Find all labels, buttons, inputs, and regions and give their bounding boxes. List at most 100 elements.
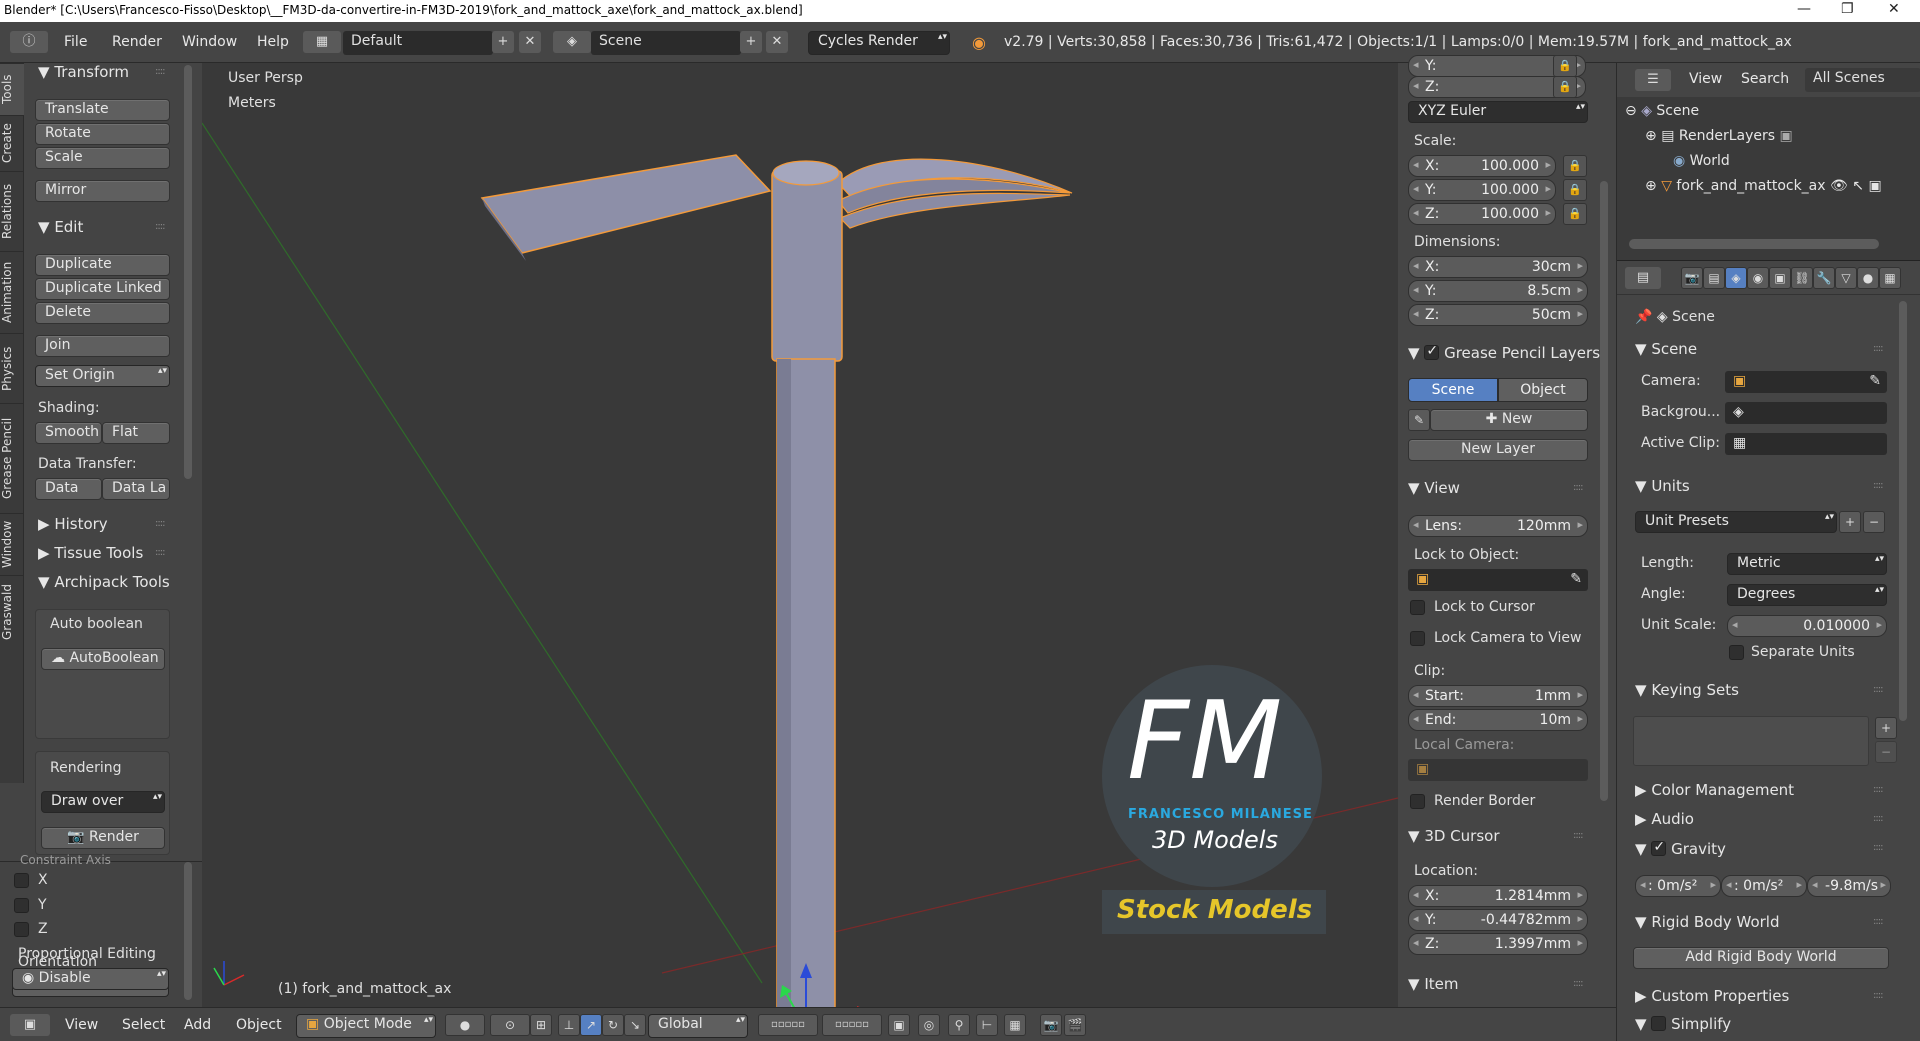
unit-presets-select[interactable]: Unit Presets xyxy=(1635,511,1837,533)
data-tab-icon[interactable]: ▽ xyxy=(1835,267,1857,289)
outliner-display-mode[interactable]: All Scenes xyxy=(1805,68,1920,92)
panel-grip-icon[interactable]: :::: xyxy=(1873,343,1884,354)
translate-button[interactable]: Translate xyxy=(35,99,170,121)
outliner-renderlayers-row[interactable]: ⊕ ▤ RenderLayers ▣ xyxy=(1645,128,1793,144)
modifiers-tab-icon[interactable]: 🔧 xyxy=(1813,267,1835,289)
viewport-shading-icon[interactable]: ● xyxy=(445,1014,485,1036)
npanel-scrollbar[interactable] xyxy=(1600,181,1608,801)
remove-preset-icon[interactable]: − xyxy=(1863,511,1885,533)
clip-end-field[interactable]: End: 10m xyxy=(1408,709,1588,731)
scene-tab-icon[interactable]: ◈ xyxy=(1725,267,1747,289)
tab-graswald[interactable]: Graswald xyxy=(0,575,24,649)
properties-scrollbar[interactable] xyxy=(1899,301,1907,721)
gp-enable-checkbox[interactable] xyxy=(1424,343,1440,360)
gravity-z-field[interactable]: -9.8m/s xyxy=(1807,875,1891,897)
keying-sets-panel-header[interactable]: ▼ Keying Sets xyxy=(1635,681,1739,699)
panel-grip-icon[interactable]: :::: xyxy=(1873,480,1884,491)
item-panel-header[interactable]: ▼ Item xyxy=(1408,975,1458,993)
panel-grip-icon[interactable]: :::: xyxy=(1873,842,1884,853)
tab-physics[interactable]: Physics xyxy=(0,333,24,403)
tissue-tools-panel-header[interactable]: ▶ Tissue Tools xyxy=(38,544,143,562)
constraints-tab-icon[interactable]: ⛓ xyxy=(1791,267,1813,289)
panel-grip-icon[interactable]: :::: xyxy=(1873,813,1884,824)
mirror-button[interactable]: Mirror xyxy=(35,180,170,202)
outliner-world-row[interactable]: ◉ World xyxy=(1673,153,1730,169)
dimension-z-field[interactable]: Z: 50cm xyxy=(1408,304,1588,326)
rotate-manipulator-icon[interactable]: ↻ xyxy=(602,1014,624,1036)
separate-units-checkbox[interactable] xyxy=(1729,645,1744,660)
properties-editor-icon[interactable]: ▤ xyxy=(1625,267,1661,289)
rigid-body-world-panel-header[interactable]: ▼ Rigid Body World xyxy=(1635,913,1780,931)
scale-z-field[interactable]: Z: 100.000 xyxy=(1408,203,1556,225)
rotation-mode-select[interactable]: XYZ Euler xyxy=(1408,101,1588,123)
eyedropper-icon[interactable]: ✎ xyxy=(1570,571,1582,587)
smooth-shading-button[interactable]: Smooth xyxy=(35,422,102,444)
remove-scene-icon[interactable]: ✕ xyxy=(766,31,788,53)
panel-grip-icon[interactable]: :::: xyxy=(1873,990,1884,1001)
panel-grip-icon[interactable]: :::: xyxy=(155,221,166,232)
remove-keying-set-icon[interactable]: − xyxy=(1875,741,1897,763)
only-origins-icon[interactable]: ⊞ xyxy=(530,1014,552,1036)
gp-new-layer-button[interactable]: New Layer xyxy=(1408,439,1588,461)
data-layout-button[interactable]: Data La xyxy=(102,478,170,500)
pencil-icon[interactable]: ✎ xyxy=(1408,409,1430,431)
outliner-object-row[interactable]: ⊕ ▽ fork_and_mattock_ax 👁 ↖ ▣ xyxy=(1645,178,1882,194)
simplify-checkbox[interactable] xyxy=(1651,1016,1667,1031)
menu-file[interactable]: File xyxy=(64,34,87,50)
info-editor-icon[interactable]: ⓘ xyxy=(10,31,48,53)
gp-object-toggle[interactable]: Object xyxy=(1498,378,1588,402)
rotate-button[interactable]: Rotate xyxy=(35,123,170,145)
panel-grip-icon[interactable]: :::: xyxy=(155,518,166,529)
set-origin-select[interactable]: Set Origin xyxy=(35,365,170,387)
delete-button[interactable]: Delete xyxy=(35,302,170,324)
tab-grease-pencil[interactable]: Grease Pencil xyxy=(0,403,24,513)
mattock-model[interactable] xyxy=(480,154,1073,1007)
lock-icon[interactable]: 🔒 xyxy=(1563,155,1587,177)
grease-pencil-layers-header[interactable]: ▼ Grease Pencil Layers xyxy=(1408,343,1600,362)
eyedropper-icon[interactable]: ✎ xyxy=(1869,373,1881,389)
tab-relations[interactable]: Relations xyxy=(0,171,24,251)
scene-icon[interactable]: ◈ xyxy=(553,31,591,53)
scene-field[interactable]: Scene xyxy=(591,31,741,55)
lock-icon[interactable]: 🔒 xyxy=(1553,55,1577,77)
menu-window[interactable]: Window xyxy=(182,34,237,50)
duplicate-button[interactable]: Duplicate xyxy=(35,254,170,276)
units-panel-header[interactable]: ▼ Units xyxy=(1635,477,1690,495)
scale-x-field[interactable]: X: 100.000 xyxy=(1408,155,1556,177)
outliner-scene-row[interactable]: ⊖ ◈ Scene xyxy=(1625,103,1699,119)
clip-start-field[interactable]: Start: 1mm xyxy=(1408,685,1588,707)
panel-grip-icon[interactable]: :::: xyxy=(1573,830,1584,841)
scene-panel-header[interactable]: ▼ Scene xyxy=(1635,340,1697,358)
panel-grip-icon[interactable]: :::: xyxy=(1873,916,1884,927)
angle-unit-select[interactable]: Degrees xyxy=(1727,584,1887,606)
simplify-panel-header[interactable]: ▼ Simplify xyxy=(1635,1014,1731,1033)
local-camera-field[interactable]: ▣ xyxy=(1408,759,1588,781)
draw-over-select[interactable]: Draw over xyxy=(41,791,165,813)
layers-grid-1[interactable]: ▫▫▫▫▫ xyxy=(758,1014,818,1036)
lock-icon[interactable]: 🔒 xyxy=(1563,179,1587,201)
duplicate-linked-button[interactable]: Duplicate Linked xyxy=(35,278,170,300)
panel-grip-icon[interactable]: :::: xyxy=(1573,978,1584,989)
render-engine-select[interactable]: Cycles Render xyxy=(808,31,950,55)
view-panel-header[interactable]: ▼ View xyxy=(1408,479,1460,497)
cursor-x-field[interactable]: X: 1.2814mm xyxy=(1408,885,1588,907)
3d-viewport[interactable]: User Persp Meters (1) fork_and_mattock_a… xyxy=(202,63,1398,1007)
world-tab-icon[interactable]: ◉ xyxy=(1747,267,1769,289)
add-keying-set-icon[interactable]: + xyxy=(1875,717,1897,739)
opengl-animation-icon[interactable]: 🎬 xyxy=(1064,1014,1086,1036)
outliner-editor-icon[interactable]: ☰ xyxy=(1635,69,1671,91)
lock-camera-checkbox[interactable] xyxy=(1410,631,1425,646)
length-unit-select[interactable]: Metric xyxy=(1727,553,1887,575)
renderlayer-toggle-icon[interactable]: ▣ xyxy=(1780,128,1793,144)
scale-y-field[interactable]: Y: 100.000 xyxy=(1408,179,1556,201)
renderable-camera-icon[interactable]: ▣ xyxy=(1868,178,1881,194)
transform-panel-header[interactable]: ▼ Transform xyxy=(38,63,129,81)
opengl-render-icon[interactable]: 📷 xyxy=(1040,1014,1062,1036)
lock-icon[interactable]: 🔒 xyxy=(1563,203,1587,225)
interaction-mode-select[interactable]: ▣ Object Mode xyxy=(296,1014,436,1038)
gravity-y-field[interactable]: : 0m/s² xyxy=(1721,875,1807,897)
edit-panel-header[interactable]: ▼ Edit xyxy=(38,218,83,236)
constraint-x-checkbox[interactable] xyxy=(14,873,29,888)
panel-grip-icon[interactable]: :::: xyxy=(155,547,166,558)
lock-to-object-field[interactable]: ▣ ✎ xyxy=(1408,569,1588,591)
